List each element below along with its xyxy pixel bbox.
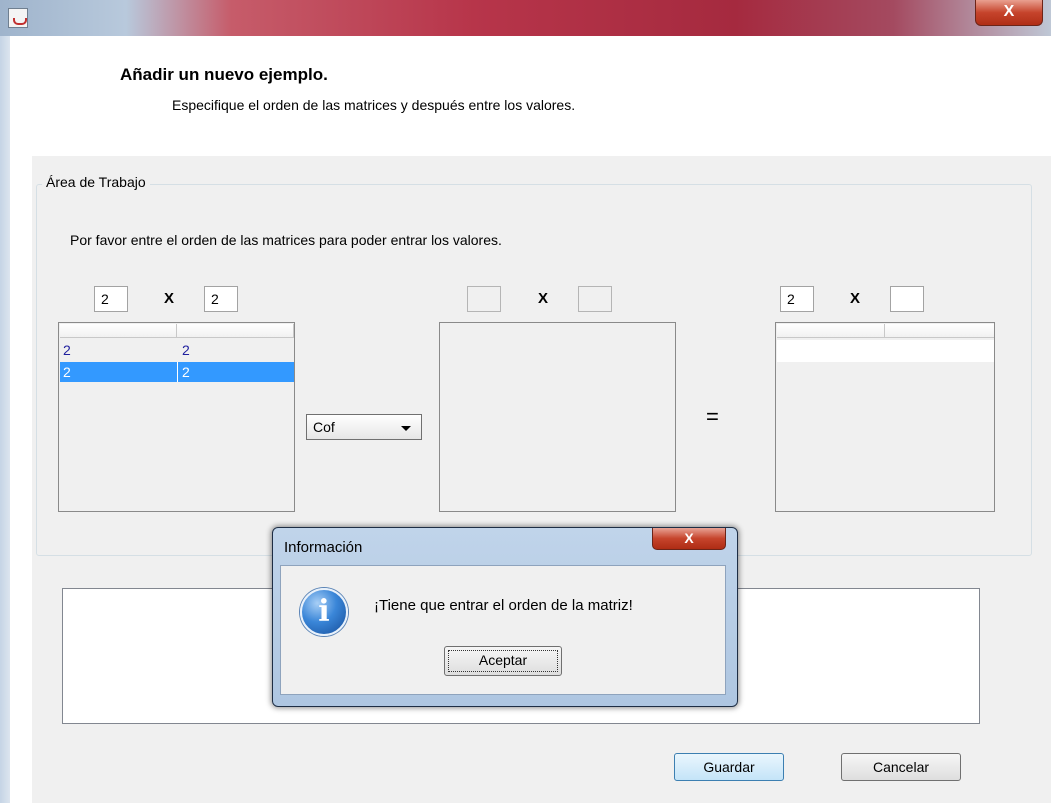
info-icon: i bbox=[300, 588, 348, 636]
dialog-close-button[interactable]: X bbox=[652, 528, 726, 550]
table-row[interactable] bbox=[777, 340, 994, 362]
page-subtitle: Especifique el orden de las matrices y d… bbox=[172, 97, 576, 113]
matrix-c-cols-input[interactable] bbox=[890, 286, 924, 312]
window-close-button[interactable]: X bbox=[975, 0, 1043, 26]
matrix-a-table-header bbox=[60, 324, 294, 338]
matrix-a-cols-input[interactable]: 2 bbox=[204, 286, 238, 312]
save-button[interactable]: Guardar bbox=[674, 753, 784, 781]
matrix-b-rows-input[interactable] bbox=[467, 286, 501, 312]
matrix-b-x-label: X bbox=[538, 290, 549, 307]
table-cell[interactable]: 2 bbox=[182, 342, 190, 358]
operation-select[interactable]: Cof bbox=[306, 414, 422, 440]
matrix-c-x-label: X bbox=[850, 290, 861, 307]
matrix-c-table-header bbox=[777, 324, 994, 338]
table-column-header[interactable] bbox=[177, 324, 294, 338]
workarea-instructions: Por favor entre el orden de las matrices… bbox=[70, 232, 502, 248]
java-icon bbox=[8, 8, 28, 28]
window-left-border bbox=[0, 36, 10, 803]
accept-button[interactable]: Aceptar bbox=[444, 646, 562, 676]
chevron-down-icon bbox=[401, 426, 411, 431]
matrix-b-table[interactable] bbox=[439, 322, 676, 512]
matrix-c-rows-input[interactable]: 2 bbox=[780, 286, 814, 312]
matrix-a-table[interactable]: 2 2 2 2 bbox=[58, 322, 295, 512]
table-cell[interactable]: 2 bbox=[182, 364, 190, 380]
dialog-message: ¡Tiene que entrar el orden de la matriz! bbox=[374, 597, 633, 614]
table-column-header[interactable] bbox=[777, 324, 885, 338]
dialog-title: Información bbox=[284, 539, 363, 556]
window-titlebar bbox=[0, 0, 1051, 36]
table-row-selected[interactable]: 2 2 bbox=[60, 362, 294, 382]
table-cell[interactable]: 2 bbox=[63, 342, 71, 358]
table-row[interactable]: 2 2 bbox=[60, 340, 294, 360]
table-column-header[interactable] bbox=[885, 324, 994, 338]
page-title: Añadir un nuevo ejemplo. bbox=[120, 65, 328, 84]
matrix-b-cols-input[interactable] bbox=[578, 286, 612, 312]
operation-selected-value: Cof bbox=[313, 419, 335, 435]
matrix-a-x-label: X bbox=[164, 290, 175, 307]
header-panel bbox=[32, 36, 1051, 156]
cancel-button[interactable]: Cancelar bbox=[841, 753, 961, 781]
equals-sign: = bbox=[706, 404, 719, 429]
table-cell-divider bbox=[177, 362, 178, 382]
table-cell[interactable]: 2 bbox=[63, 364, 71, 380]
matrix-c-table[interactable] bbox=[775, 322, 995, 512]
table-column-header[interactable] bbox=[60, 324, 177, 338]
workarea-legend: Área de Trabajo bbox=[42, 174, 150, 190]
matrix-a-rows-input[interactable]: 2 bbox=[94, 286, 128, 312]
